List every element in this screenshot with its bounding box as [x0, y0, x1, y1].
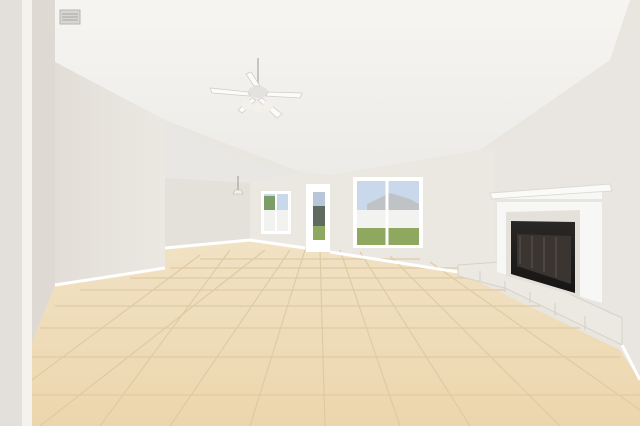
window-right[interactable] [353, 177, 423, 248]
patio-door[interactable] [306, 184, 330, 252]
alcove-wall [165, 178, 250, 248]
window-left[interactable] [261, 191, 291, 234]
living-room-photo [0, 0, 640, 426]
left-pillar-edge [22, 0, 32, 426]
firebox-mantle-shadow [497, 199, 602, 202]
open-doorway[interactable] [32, 0, 55, 342]
